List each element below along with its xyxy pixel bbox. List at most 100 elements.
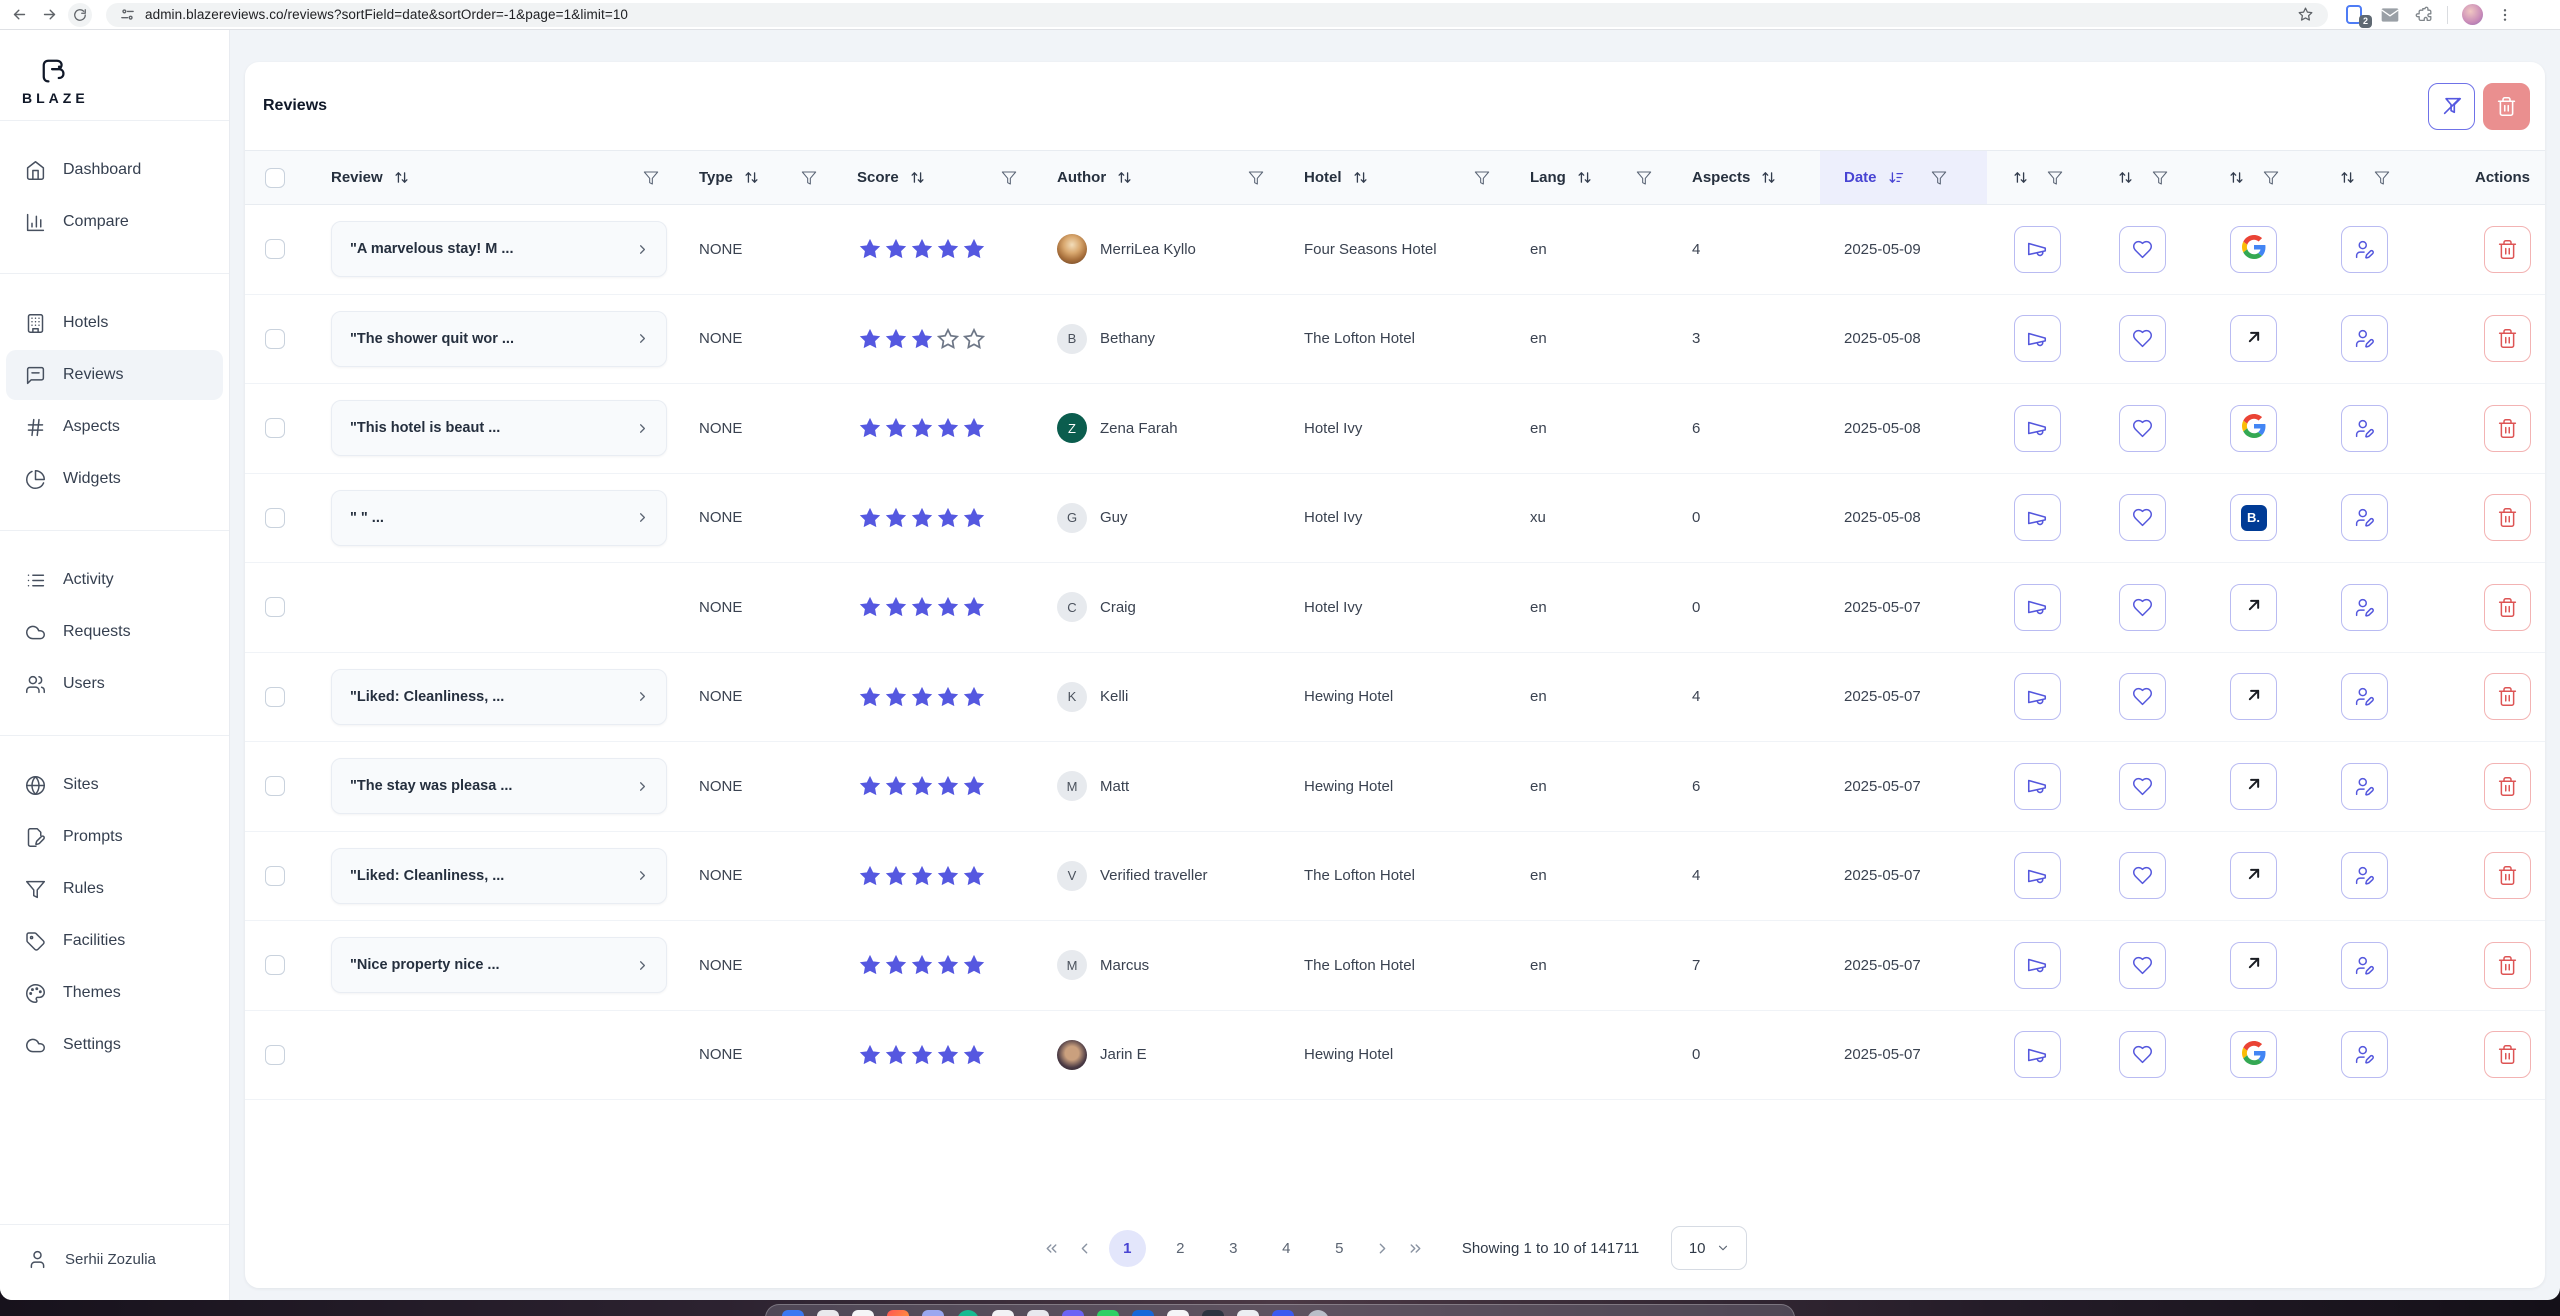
review-pill[interactable]: "A marvelous stay! M ...	[331, 221, 667, 277]
dock-app-icon[interactable]	[922, 1310, 944, 1316]
favorite-button[interactable]	[2119, 494, 2166, 541]
assign-user-button[interactable]	[2341, 942, 2388, 989]
favorite-button[interactable]	[2119, 315, 2166, 362]
favorite-button[interactable]	[2119, 1031, 2166, 1078]
row-checkbox[interactable]	[265, 508, 285, 528]
favorite-button[interactable]	[2119, 942, 2166, 989]
filter-icon[interactable]	[643, 170, 659, 186]
current-user[interactable]: Serhii Zozulia	[0, 1249, 229, 1270]
delete-selected-button[interactable]	[2483, 83, 2530, 130]
announce-button[interactable]	[2014, 852, 2061, 899]
source-button[interactable]	[2230, 405, 2277, 452]
announce-button[interactable]	[2014, 942, 2061, 989]
delete-row-button[interactable]	[2484, 673, 2531, 720]
delete-row-button[interactable]	[2484, 226, 2531, 273]
mail-icon[interactable]	[2380, 5, 2400, 25]
sidebar-item-hotels[interactable]: Hotels	[6, 298, 223, 348]
row-checkbox[interactable]	[265, 597, 285, 617]
filter-icon[interactable]	[1474, 170, 1490, 186]
filter-icon[interactable]	[2152, 170, 2168, 186]
dock-app-icon[interactable]	[957, 1310, 979, 1316]
filter-icon[interactable]	[1248, 170, 1264, 186]
dock-app-icon[interactable]	[852, 1310, 874, 1316]
sidebar-item-sites[interactable]: Sites	[6, 760, 223, 810]
filter-icon[interactable]	[1001, 170, 1017, 186]
sort-icon[interactable]	[743, 169, 760, 186]
row-checkbox[interactable]	[265, 955, 285, 975]
favorite-button[interactable]	[2119, 584, 2166, 631]
clear-filters-button[interactable]	[2428, 83, 2475, 130]
url-text[interactable]: admin.blazereviews.co/reviews?sortField=…	[145, 7, 2297, 22]
dock-app-icon[interactable]	[1132, 1310, 1154, 1316]
delete-row-button[interactable]	[2484, 584, 2531, 631]
filter-icon[interactable]	[2374, 170, 2390, 186]
sort-icon[interactable]	[1576, 169, 1593, 186]
delete-row-button[interactable]	[2484, 405, 2531, 452]
browser-profile-avatar[interactable]	[2462, 4, 2483, 25]
dock-app-icon[interactable]	[1097, 1310, 1119, 1316]
dock-app-icon[interactable]	[1027, 1310, 1049, 1316]
sort-icon[interactable]	[1116, 169, 1133, 186]
source-button[interactable]	[2230, 1031, 2277, 1078]
review-pill[interactable]: "This hotel is beaut ...	[331, 400, 667, 456]
dock-app-icon[interactable]	[1167, 1310, 1189, 1316]
sidebar-item-requests[interactable]: Requests	[6, 607, 223, 657]
announce-button[interactable]	[2014, 763, 2061, 810]
assign-user-button[interactable]	[2341, 315, 2388, 362]
browser-menu-button[interactable]	[2497, 7, 2513, 23]
sidebar-item-dashboard[interactable]: Dashboard	[6, 145, 223, 195]
dock-app-icon[interactable]	[782, 1310, 804, 1316]
browser-back-button[interactable]	[8, 4, 30, 26]
sort-icon[interactable]	[1760, 169, 1777, 186]
source-button[interactable]	[2230, 584, 2277, 631]
filter-icon[interactable]	[1636, 170, 1652, 186]
sort-icon[interactable]	[909, 169, 926, 186]
announce-button[interactable]	[2014, 315, 2061, 362]
assign-user-button[interactable]	[2341, 226, 2388, 273]
assign-user-button[interactable]	[2341, 852, 2388, 899]
favorite-button[interactable]	[2119, 763, 2166, 810]
review-pill[interactable]: "Liked: Cleanliness, ...	[331, 848, 667, 904]
source-button[interactable]	[2230, 852, 2277, 899]
dock-app-icon[interactable]	[1062, 1310, 1084, 1316]
browser-forward-button[interactable]	[38, 4, 60, 26]
row-checkbox[interactable]	[265, 866, 285, 886]
sort-icon[interactable]	[2012, 169, 2029, 186]
filter-icon[interactable]	[801, 170, 817, 186]
source-button[interactable]	[2230, 315, 2277, 362]
browser-reload-button[interactable]	[68, 3, 92, 27]
review-pill[interactable]: "Liked: Cleanliness, ...	[331, 669, 667, 725]
dock-app-icon[interactable]	[1272, 1310, 1294, 1316]
dock-app-icon[interactable]	[992, 1310, 1014, 1316]
row-checkbox[interactable]	[265, 418, 285, 438]
assign-user-button[interactable]	[2341, 494, 2388, 541]
sidebar-item-compare[interactable]: Compare	[6, 197, 223, 247]
sidebar-item-aspects[interactable]: Aspects	[6, 402, 223, 452]
sidebar-item-users[interactable]: Users	[6, 659, 223, 709]
sort-icon[interactable]	[2228, 169, 2245, 186]
announce-button[interactable]	[2014, 673, 2061, 720]
dock-app-icon[interactable]	[817, 1310, 839, 1316]
page-button-2[interactable]: 2	[1162, 1230, 1199, 1267]
favorite-button[interactable]	[2119, 405, 2166, 452]
assign-user-button[interactable]	[2341, 584, 2388, 631]
assign-user-button[interactable]	[2341, 673, 2388, 720]
dock-app-icon[interactable]	[1237, 1310, 1259, 1316]
sort-icon[interactable]	[2339, 169, 2356, 186]
announce-button[interactable]	[2014, 405, 2061, 452]
source-button[interactable]	[2230, 763, 2277, 810]
assign-user-button[interactable]	[2341, 405, 2388, 452]
source-button[interactable]	[2230, 226, 2277, 273]
first-page-button[interactable]	[1043, 1240, 1060, 1257]
delete-row-button[interactable]	[2484, 315, 2531, 362]
row-checkbox[interactable]	[265, 239, 285, 259]
sidebar-item-activity[interactable]: Activity	[6, 555, 223, 605]
assign-user-button[interactable]	[2341, 763, 2388, 810]
delete-row-button[interactable]	[2484, 852, 2531, 899]
sidebar-item-facilities[interactable]: Facilities	[6, 916, 223, 966]
review-pill[interactable]: "Nice property nice ...	[331, 937, 667, 993]
dock-app-icon[interactable]	[1307, 1310, 1329, 1316]
delete-row-button[interactable]	[2484, 942, 2531, 989]
sidebar-item-reviews[interactable]: Reviews	[6, 350, 223, 400]
source-button[interactable]: B.	[2230, 494, 2277, 541]
